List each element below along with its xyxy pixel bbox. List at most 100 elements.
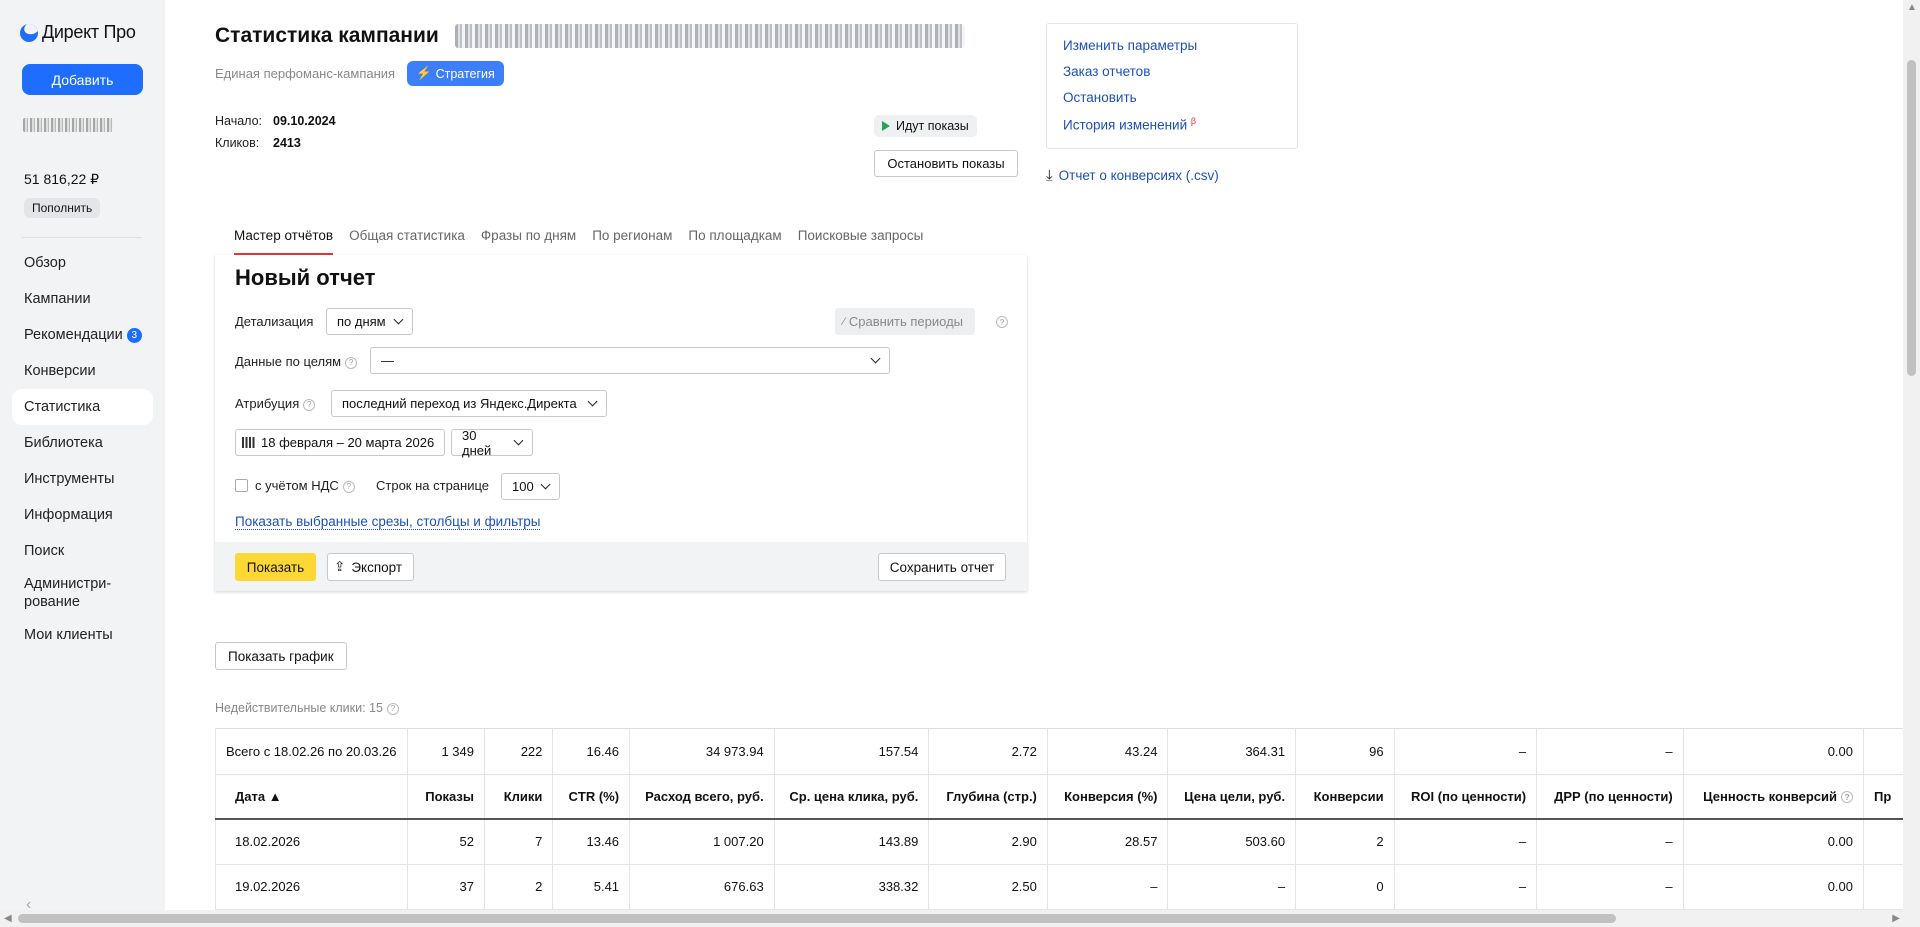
sidebar-item-overview[interactable]: Обзор (12, 245, 153, 281)
invalid-clicks-help-icon[interactable]: ? (386, 702, 399, 715)
attribution-select[interactable]: последний переход из Яндекс.Директа (331, 390, 607, 417)
topup-button[interactable]: Пополнить (24, 198, 101, 218)
tab-report-wizard[interactable]: Мастер отчётов (234, 228, 334, 255)
change-history-link[interactable]: История изменений β (1063, 116, 1281, 142)
stop-campaign-link[interactable]: Остановить (1063, 90, 1281, 116)
column-header[interactable]: Ср. цена клика, руб. (774, 774, 930, 820)
detail-select[interactable]: по дням (326, 308, 413, 335)
table-cell: – (1536, 729, 1684, 775)
rows-per-page-label: Строк на странице (376, 478, 490, 493)
table-cell: 7 (484, 819, 554, 865)
table-cell: 13.46 (552, 819, 631, 865)
vat-help-icon[interactable]: ? (342, 480, 355, 493)
column-header[interactable]: Клики (484, 774, 554, 820)
attribution-help-icon[interactable]: ? (303, 398, 316, 411)
table-cell: – (1167, 864, 1297, 910)
table-cell (1863, 819, 1904, 865)
column-header[interactable]: CTR (%) (552, 774, 631, 820)
sidebar-divider (22, 237, 142, 238)
vertical-scrollbar-thumb[interactable] (1907, 60, 1916, 376)
tab-general-stats[interactable]: Общая статистика (349, 228, 465, 255)
chevron-down-icon (540, 479, 551, 490)
sidebar-item-recommendations[interactable]: Рекомендации 3 (12, 317, 153, 353)
sidebar-item-information[interactable]: Информация (12, 497, 153, 533)
table-cell: 34 973.94 (629, 729, 775, 775)
account-login-redacted[interactable] (23, 118, 113, 132)
period-select[interactable]: 30 дней (451, 427, 533, 458)
column-header[interactable]: Ценность конверсий? (1683, 774, 1865, 820)
tab-phrases-by-day[interactable]: Фразы по дням (481, 228, 576, 255)
table-cell: 0.00 (1683, 729, 1865, 775)
horizontal-scrollbar-thumb[interactable] (18, 914, 1616, 923)
tab-by-placements[interactable]: По площадкам (688, 228, 781, 255)
horizontal-scrollbar[interactable]: ◀ ▶ (0, 910, 1920, 927)
column-header[interactable]: Глубина (стр.) (928, 774, 1048, 820)
add-button[interactable]: Добавить (22, 64, 143, 95)
sidebar-item-statistics[interactable]: Статистика (12, 389, 153, 425)
sidebar-item-administration[interactable]: Администри- рование (12, 569, 153, 617)
conversion-value-help-icon[interactable]: ? (1841, 791, 1854, 804)
sidebar-item-library[interactable]: Библиотека (12, 425, 153, 461)
tab-by-regions[interactable]: По регионам (592, 228, 672, 255)
vat-label: с учётом НДС (255, 478, 339, 493)
show-chart-button[interactable]: Показать график (215, 642, 347, 670)
column-header[interactable]: Конверсия (%) (1047, 774, 1169, 820)
campaign-name-redacted (455, 24, 965, 48)
goals-select[interactable]: — (370, 347, 890, 374)
show-selected-filters-link[interactable]: Показать выбранные срезы, столбцы и филь… (235, 514, 541, 530)
table-cell: 16.46 (552, 729, 631, 775)
column-header[interactable]: Пр (1863, 774, 1904, 820)
stats-table: Всего с 18.02.26 по 20.03.26 1 349 222 1… (215, 729, 1904, 910)
logo[interactable]: Директ Про (20, 22, 136, 43)
column-header[interactable]: ROI (по ценности) (1394, 774, 1538, 820)
detail-value: по дням (337, 314, 386, 329)
table-cell: 2.90 (928, 819, 1048, 865)
order-reports-link[interactable]: Заказ отчетов (1063, 64, 1281, 90)
compare-help-icon[interactable]: ? (996, 316, 1008, 328)
vat-checkbox[interactable] (235, 479, 248, 492)
column-header[interactable]: Цена цели, руб. (1167, 774, 1297, 820)
table-cell: 5.41 (552, 864, 631, 910)
period-value: 30 дней (462, 427, 492, 458)
date-range-picker[interactable]: 18 февраля – 20 марта 2026 (235, 429, 446, 456)
table-header-row: Дата ▲ Показы Клики CTR (%) Расход всего… (215, 774, 1904, 820)
sidebar-item-label: Поиск (24, 543, 65, 559)
sidebar-item-campaigns[interactable]: Кампании (12, 281, 153, 317)
column-header[interactable]: Расход всего, руб. (629, 774, 775, 820)
download-icon: ⤓ (1046, 167, 1053, 184)
table-cell: 143.89 (774, 819, 930, 865)
sidebar-item-label: Библиотека (24, 435, 103, 451)
change-history-label: История изменений (1063, 117, 1188, 133)
save-report-button[interactable]: Сохранить отчет (878, 553, 1006, 581)
chevron-down-icon (393, 314, 404, 325)
column-header[interactable]: ДРР (по ценности) (1536, 774, 1684, 820)
goals-label: Данные по целям (235, 354, 342, 369)
page-title: Статистика кампании (215, 24, 439, 47)
scroll-left-icon[interactable]: ◀ (4, 913, 12, 924)
rows-per-page-select[interactable]: 100 (501, 473, 560, 500)
goals-help-icon[interactable]: ? (345, 356, 358, 369)
stop-impressions-button[interactable]: Остановить показы (874, 150, 1018, 177)
tab-search-queries[interactable]: Поисковые запросы (798, 228, 924, 255)
campaign-actions: Изменить параметры Заказ отчетов Останов… (1046, 23, 1298, 149)
sidebar-item-tools[interactable]: Инструменты (12, 461, 153, 497)
clicks-label: Кликов: (215, 136, 260, 150)
beta-badge: β (1190, 116, 1197, 126)
export-button[interactable]: ⇪ Экспорт (327, 553, 414, 581)
sidebar: Директ Про Добавить 51 816,22 ₽ Пополнит… (0, 0, 165, 927)
table-cell: 338.32 (774, 864, 930, 910)
column-header-date[interactable]: Дата ▲ (215, 774, 408, 820)
vertical-scrollbar[interactable]: ▲ (1903, 0, 1920, 910)
scroll-right-icon[interactable]: ▶ (1892, 913, 1900, 924)
sidebar-item-my-clients[interactable]: Мои клиенты (12, 617, 153, 653)
compare-periods-button[interactable]: ⁄ Сравнить периоды (835, 308, 976, 335)
strategy-button[interactable]: ⚡ Стратегия (407, 61, 504, 86)
scroll-up-icon[interactable]: ▲ (1907, 2, 1917, 13)
show-report-button[interactable]: Показать (235, 553, 316, 581)
column-header[interactable]: Конверсии (1295, 774, 1395, 820)
conversions-csv-link[interactable]: ⤓ Отчет о конверсиях (.csv) (1046, 167, 1219, 184)
sidebar-item-search[interactable]: Поиск (12, 533, 153, 569)
sidebar-item-conversions[interactable]: Конверсии (12, 353, 153, 389)
column-header[interactable]: Показы (407, 774, 485, 820)
edit-params-link[interactable]: Изменить параметры (1063, 38, 1281, 64)
